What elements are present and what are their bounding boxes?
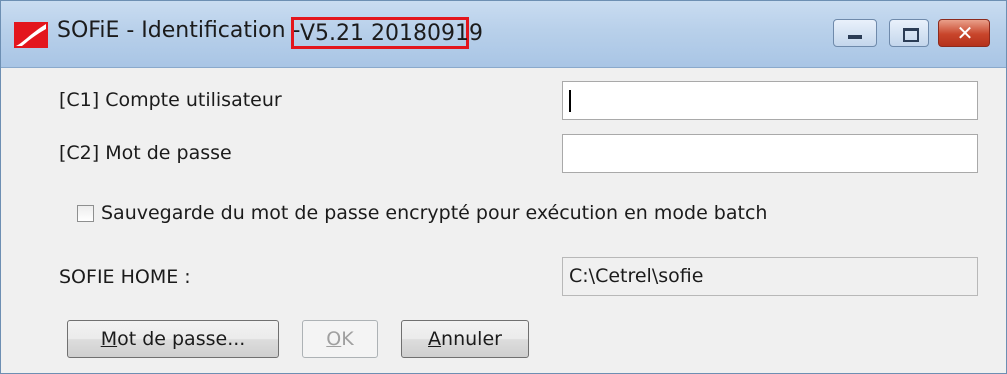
cancel-button[interactable]: Annuler xyxy=(401,320,529,358)
password-button-label: ot de passe... xyxy=(117,328,246,350)
version-label: V5.21 20180919 xyxy=(291,17,483,49)
title-bar[interactable]: SOFiE - Identification - V5.21 20180919 … xyxy=(1,1,1006,68)
ok-button[interactable]: OK xyxy=(302,320,378,358)
identification-dialog: SOFiE - Identification - V5.21 20180919 … xyxy=(0,0,1007,374)
sofie-home-label: SOFIE HOME : xyxy=(59,266,191,288)
maximize-button[interactable] xyxy=(889,19,929,47)
sofie-logo-icon xyxy=(14,22,48,48)
window-title: SOFiE - Identification - xyxy=(57,18,301,43)
close-button[interactable]: ✕ xyxy=(938,19,990,47)
cancel-button-accel: A xyxy=(428,328,442,350)
minimize-icon xyxy=(848,35,862,39)
maximize-icon xyxy=(903,28,919,42)
user-account-input[interactable] xyxy=(562,81,978,120)
save-password-label[interactable]: Sauvegarde du mot de passe encrypté pour… xyxy=(101,202,767,224)
user-account-label: [C1] Compte utilisateur xyxy=(59,89,282,111)
password-button[interactable]: Mot de passe... xyxy=(67,320,279,358)
password-label: [C2] Mot de passe xyxy=(59,142,232,164)
cancel-button-label: nnuler xyxy=(441,328,502,350)
ok-button-accel: O xyxy=(326,328,342,350)
minimize-button[interactable] xyxy=(833,19,877,47)
sofie-home-value: C:\Cetrel\sofie xyxy=(569,265,704,287)
sofie-home-field: C:\Cetrel\sofie xyxy=(562,257,978,296)
password-button-accel: M xyxy=(100,328,118,350)
text-caret xyxy=(569,90,571,112)
ok-button-label: K xyxy=(341,328,354,350)
close-icon: ✕ xyxy=(956,21,974,45)
password-input[interactable] xyxy=(562,134,978,173)
save-password-checkbox[interactable] xyxy=(77,205,94,222)
